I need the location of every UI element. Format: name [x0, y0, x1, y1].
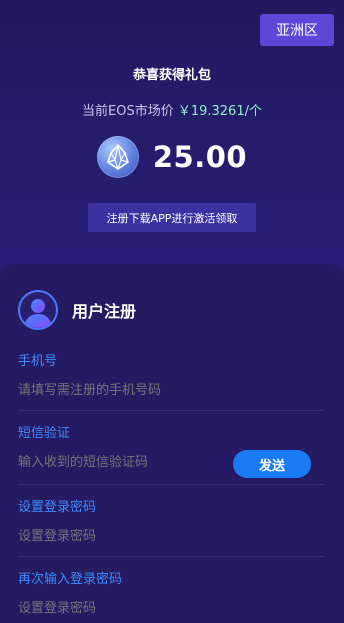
password-confirm-label: 再次输入登录密码 [18, 572, 123, 587]
region-label: 亚洲区 [276, 23, 318, 39]
reward-amount-row: 25.00 [0, 136, 344, 178]
reward-amount: 25.00 [152, 140, 248, 174]
phone-label: 手机号 [18, 354, 58, 369]
register-download-button[interactable]: 注册下载APP进行激活领取 [88, 203, 256, 232]
phone-input[interactable] [18, 382, 324, 397]
register-title: 用户注册 [72, 302, 137, 321]
register-card-header: 用户注册 [18, 290, 136, 330]
market-price-value: ￥19.3261/个 [177, 104, 262, 119]
divider [18, 410, 324, 411]
sms-code-input[interactable] [18, 454, 218, 469]
register-card: 用户注册 手机号 短信验证 发送 设置登录密码 再次输入登录密码 [0, 264, 344, 623]
page: 亚洲区 恭喜获得礼包 当前EOS市场价 ￥19.3261/个 25.00 注册下… [0, 0, 344, 623]
divider [18, 484, 324, 485]
password-label: 设置登录密码 [18, 500, 97, 515]
send-code-label: 发送 [258, 458, 285, 474]
password-confirm-input[interactable] [18, 600, 324, 615]
eos-logo-icon [96, 136, 139, 178]
sms-code-label: 短信验证 [18, 426, 71, 441]
market-price-prefix: 当前EOS市场价 [82, 104, 174, 119]
gift-title: 恭喜获得礼包 [132, 68, 211, 83]
send-code-button[interactable]: 发送 [233, 450, 311, 478]
user-avatar-icon [18, 290, 58, 330]
divider [18, 556, 324, 557]
market-price-line: 当前EOS市场价 ￥19.3261/个 [0, 100, 344, 119]
password-input[interactable] [18, 528, 324, 543]
register-download-label: 注册下载APP进行激活领取 [106, 211, 238, 225]
region-selector-button[interactable]: 亚洲区 [260, 14, 334, 46]
